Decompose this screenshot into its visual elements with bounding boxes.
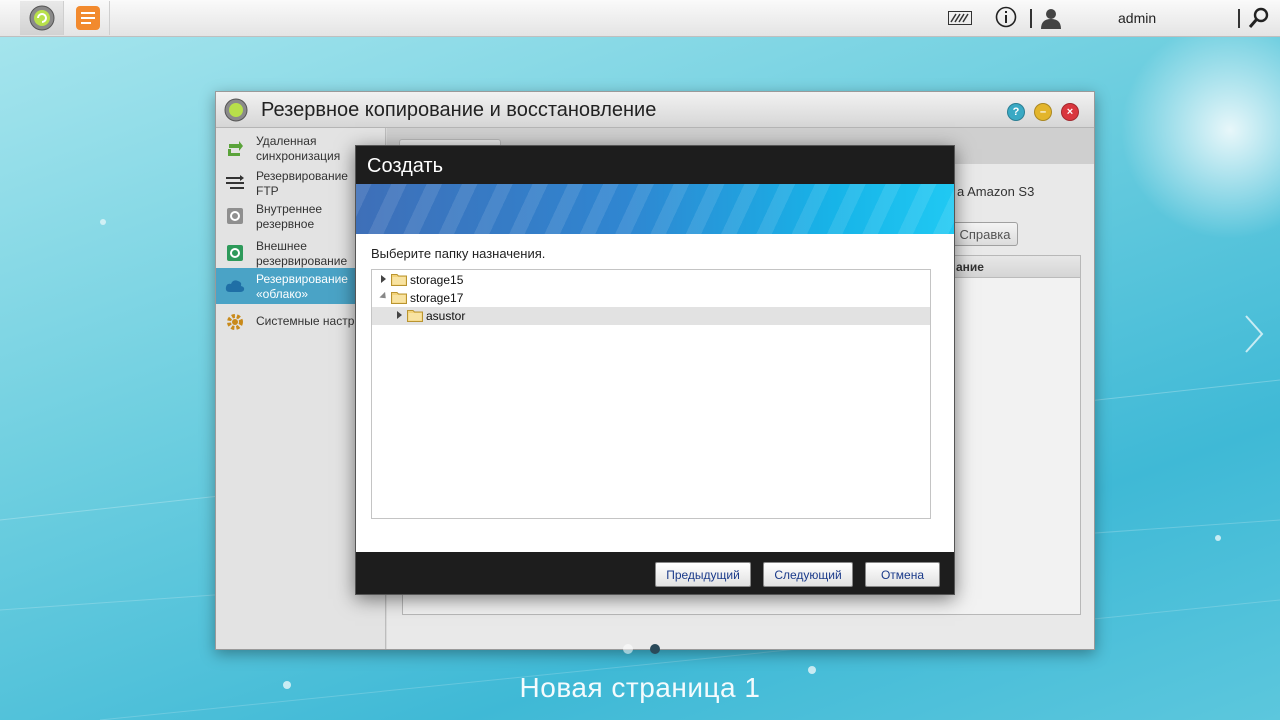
sync-icon xyxy=(228,141,243,156)
collapse-arrow-icon[interactable] xyxy=(379,291,389,302)
previous-button[interactable]: Предыдущий xyxy=(655,562,751,587)
question-icon: ? xyxy=(1012,106,1020,118)
user-icon[interactable] xyxy=(1040,7,1062,29)
user-name[interactable]: admin xyxy=(1118,10,1156,26)
close-icon: × xyxy=(1066,106,1074,118)
tree-node-label: storage17 xyxy=(410,291,464,305)
next-button[interactable]: Следующий xyxy=(763,562,853,587)
cancel-button[interactable]: Отмена xyxy=(865,562,940,587)
internal-backup-icon xyxy=(227,208,243,224)
help-text-button[interactable]: Справка xyxy=(952,222,1018,246)
minus-icon: – xyxy=(1039,106,1047,118)
expand-arrow-icon[interactable] xyxy=(397,311,402,319)
help-button[interactable]: ? xyxy=(1007,103,1025,121)
search-icon[interactable] xyxy=(1248,7,1270,29)
taskbar: admin xyxy=(0,0,1280,37)
external-backup-icon xyxy=(227,245,243,261)
close-button[interactable]: × xyxy=(1061,103,1079,121)
background-glow xyxy=(1120,20,1280,240)
create-dialog: Создать Выберите папку назначения. stora… xyxy=(355,145,955,595)
taskbar-separator xyxy=(1030,9,1032,28)
folder-icon xyxy=(407,310,423,322)
backup-restore-app-icon xyxy=(224,98,248,122)
info-icon[interactable] xyxy=(995,6,1017,28)
dialog-banner xyxy=(356,184,954,234)
window-titlebar[interactable]: Резервное копирование и восстановление ?… xyxy=(216,92,1094,128)
window-title: Резервное копирование и восстановление xyxy=(261,99,657,121)
cloud-icon xyxy=(225,280,245,292)
dialog-title: Создать xyxy=(367,155,444,177)
minimize-button[interactable]: – xyxy=(1034,103,1052,121)
taskbar-app-document[interactable] xyxy=(66,1,110,35)
folder-icon xyxy=(391,274,407,286)
page-dot-active[interactable] xyxy=(650,644,660,654)
backup-restore-app-icon xyxy=(29,5,54,31)
expand-arrow-icon[interactable] xyxy=(381,275,386,283)
dialog-prompt: Выберите папку назначения. xyxy=(371,246,546,261)
tree-node-storage15[interactable]: storage15 xyxy=(372,271,930,289)
amazon-description: a Amazon S3 xyxy=(957,184,1035,199)
taskbar-separator xyxy=(1238,9,1240,28)
dialog-footer: Предыдущий Следующий Отмена xyxy=(356,552,954,594)
taskbar-app-backup[interactable] xyxy=(20,1,64,35)
tree-node-storage17[interactable]: storage17 xyxy=(372,289,930,307)
column-header[interactable]: ание xyxy=(956,260,984,274)
open-folder-icon xyxy=(391,292,407,304)
tree-node-label: storage15 xyxy=(410,273,464,287)
ftp-icon xyxy=(226,175,244,189)
gear-icon xyxy=(227,314,243,330)
page-dot[interactable] xyxy=(623,644,633,654)
desktop-page-label: Новая страница 1 xyxy=(519,672,761,703)
dialog-body: Выберите папку назначения. storage15 sto… xyxy=(356,234,954,552)
network-icon[interactable] xyxy=(948,11,972,25)
document-app-icon xyxy=(75,6,100,30)
tree-node-asustor[interactable]: asustor xyxy=(372,307,930,325)
folder-tree: storage15 storage17 asustor xyxy=(371,269,931,519)
tree-node-label: asustor xyxy=(426,309,466,323)
